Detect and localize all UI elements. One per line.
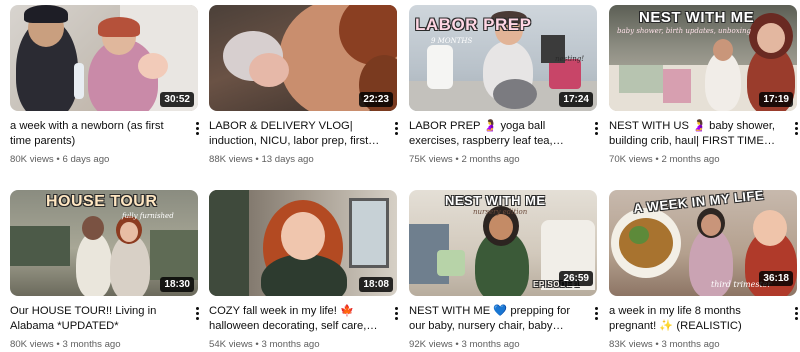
video-duration: 17:24 [559,92,593,107]
video-stats: 70K views • 2 months ago [609,153,783,166]
thumbnail-overlay-title: NEST WITH ME [639,9,755,26]
view-count: 88K views [209,154,253,165]
thumbnail-overlay-title: HOUSE TOUR [46,193,158,210]
video-thumbnail[interactable]: 30:52 [10,5,198,111]
view-count: 70K views [609,154,653,165]
thumbnail-overlay-subtitle: baby shower, birth updates, unboxing [617,27,751,35]
thumbnail-overlay-title: NEST WITH ME [445,193,546,208]
video-title[interactable]: Our HOUSE TOUR!! Living in Alabama *UPDA… [10,304,184,334]
more-options-icon[interactable] [190,304,204,322]
video-title[interactable]: a week in my life 8 months pregnant! ✨ (… [609,304,783,334]
video-thumbnail[interactable]: 18:08 [209,190,397,296]
video-duration: 18:08 [359,277,393,292]
view-count: 83K views [609,339,653,350]
video-title[interactable]: LABOR & DELIVERY VLOG| induction, NICU, … [209,119,383,149]
video-duration: 26:59 [559,271,593,286]
video-stats: 88K views • 13 days ago [209,153,383,166]
upload-age: 13 days ago [261,154,314,165]
video-card[interactable]: NEST WITH ME baby shower, birth updates,… [609,5,799,166]
view-count: 80K views [10,154,54,165]
view-count: 54K views [209,339,253,350]
upload-age: 3 months ago [661,339,720,350]
video-grid: 30:52 a week with a newborn (as first ti… [0,0,800,352]
thumbnail-overlay-title: LABOR PREP [415,15,532,34]
video-stats: 54K views • 3 months ago [209,338,383,351]
video-stats: 83K views • 3 months ago [609,338,783,351]
video-stats: 92K views • 3 months ago [409,338,583,351]
upload-age: 2 months ago [661,154,720,165]
more-options-icon[interactable] [789,304,800,322]
more-options-icon[interactable] [190,119,204,137]
thumbnail-overlay-subtitle: fully furnished [122,212,174,220]
video-title[interactable]: COZY fall week in my life! 🍁 halloween d… [209,304,383,334]
video-duration: 22:23 [359,92,393,107]
video-title[interactable]: a week with a newborn (as first time par… [10,119,184,149]
video-title[interactable]: NEST WITH ME 💙 prepping for our baby, nu… [409,304,583,334]
video-card[interactable]: NEST WITH ME nursery edition EPISODE 1 2… [409,190,599,351]
view-count: 92K views [409,339,453,350]
video-title[interactable]: LABOR PREP 🤰 yoga ball exercises, raspbe… [409,119,583,149]
thumbnail-overlay-subtitle: 9 MONTHS [431,37,473,45]
more-options-icon[interactable] [589,304,603,322]
more-options-icon[interactable] [389,119,403,137]
video-title[interactable]: NEST WITH US 🤰 baby shower, building cri… [609,119,783,149]
thumbnail-overlay-subtitle: nursery edition [473,208,528,216]
upload-age: 3 months ago [461,339,520,350]
upload-age: 6 days ago [62,154,110,165]
video-card[interactable]: HOUSE TOUR fully furnished 18:30 Our HOU… [10,190,200,351]
video-card[interactable]: LABOR PREP 9 MONTHS nesting! 17:24 LABOR… [409,5,599,166]
upload-age: 2 months ago [461,154,520,165]
video-thumbnail[interactable]: 22:23 [209,5,397,111]
upload-age: 3 months ago [62,339,121,350]
video-card[interactable]: 30:52 a week with a newborn (as first ti… [10,5,200,166]
upload-age: 3 months ago [261,339,320,350]
video-thumbnail[interactable]: HOUSE TOUR fully furnished 18:30 [10,190,198,296]
video-thumbnail[interactable]: NEST WITH ME baby shower, birth updates,… [609,5,797,111]
view-count: 75K views [409,154,453,165]
video-duration: 30:52 [160,92,194,107]
more-options-icon[interactable] [589,119,603,137]
video-duration: 18:30 [160,277,194,292]
video-stats: 75K views • 2 months ago [409,153,583,166]
video-duration: 17:19 [759,92,793,107]
video-card[interactable]: 18:08 COZY fall week in my life! 🍁 hallo… [209,190,399,351]
video-thumbnail[interactable]: LABOR PREP 9 MONTHS nesting! 17:24 [409,5,597,111]
thumbnail-overlay-tag: nesting! [555,55,585,63]
video-thumbnail[interactable]: A WEEK IN MY LIFE third trimester 36:18 [609,190,797,296]
view-count: 80K views [10,339,54,350]
more-options-icon[interactable] [789,119,800,137]
video-duration: 36:18 [759,271,793,286]
video-card[interactable]: 22:23 LABOR & DELIVERY VLOG| induction, … [209,5,399,166]
more-options-icon[interactable] [389,304,403,322]
video-thumbnail[interactable]: NEST WITH ME nursery edition EPISODE 1 2… [409,190,597,296]
video-stats: 80K views • 6 days ago [10,153,184,166]
video-card[interactable]: A WEEK IN MY LIFE third trimester 36:18 … [609,190,799,351]
video-stats: 80K views • 3 months ago [10,338,184,351]
